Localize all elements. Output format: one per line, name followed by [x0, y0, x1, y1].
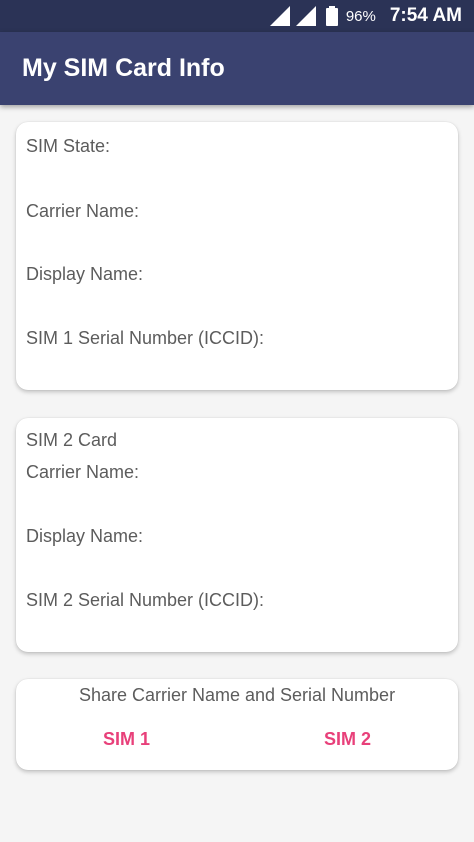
- sim1-serial-label: SIM 1 Serial Number (ICCID):: [26, 328, 265, 348]
- sim-state-label: SIM State:: [26, 136, 111, 156]
- share-sim2-button[interactable]: SIM 2: [324, 729, 371, 750]
- status-bar: 96% 7:54 AM: [0, 0, 474, 32]
- battery-icon: [325, 6, 338, 26]
- sim2-carrier-name-label: Carrier Name:: [26, 462, 140, 482]
- clock: 7:54 AM: [389, 5, 462, 26]
- sim2-display-name-label: Display Name:: [26, 526, 144, 546]
- sim2-card: SIM 2 Card Carrier Name: Display Name: S…: [16, 418, 458, 652]
- signal-icon-2: [295, 6, 316, 26]
- carrier-name-label: Carrier Name:: [26, 201, 140, 221]
- share-sim1-button[interactable]: SIM 1: [103, 729, 150, 750]
- share-card: Share Carrier Name and Serial Number SIM…: [16, 679, 458, 770]
- share-title: Share Carrier Name and Serial Number: [78, 685, 396, 705]
- sim2-card-heading: SIM 2 Card: [26, 430, 118, 450]
- sim2-serial-label: SIM 2 Serial Number (ICCID):: [26, 590, 265, 610]
- sim1-card: SIM State: Carrier Name: Display Name: S…: [16, 122, 458, 390]
- page-title: My SIM Card Info: [22, 54, 225, 82]
- display-name-label: Display Name:: [26, 264, 144, 284]
- battery-percent: 96%: [345, 7, 376, 25]
- app-bar: My SIM Card Info: [0, 32, 474, 105]
- signal-icon: [269, 6, 290, 26]
